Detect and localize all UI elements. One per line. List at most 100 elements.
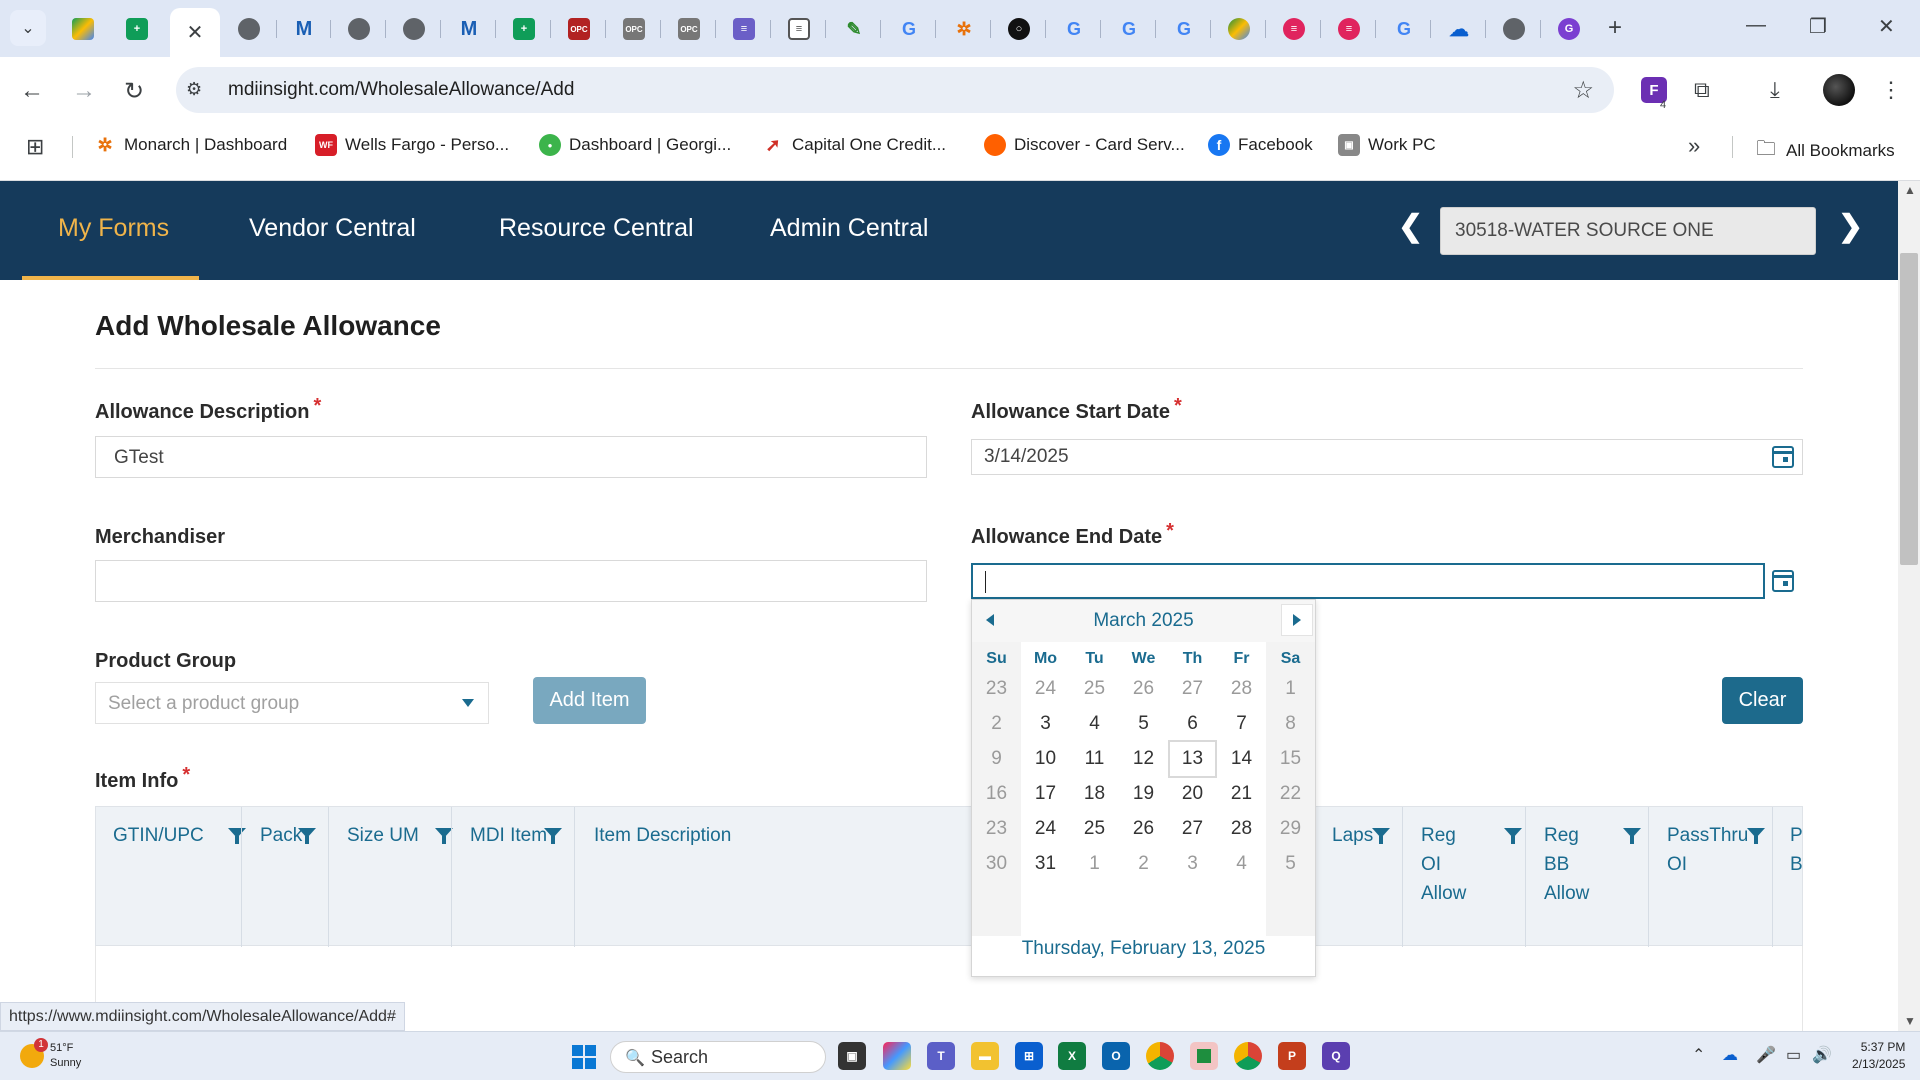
- end-date-calendar-icon[interactable]: [1763, 563, 1803, 599]
- bookmark-star-icon[interactable]: ☆: [1572, 76, 1594, 105]
- calendar-day[interactable]: 25: [1070, 810, 1119, 848]
- calendar-day[interactable]: 5: [1266, 845, 1315, 883]
- filter-icon[interactable]: [1747, 828, 1765, 844]
- filter-icon[interactable]: [1504, 828, 1522, 844]
- bookmark-wells-fargo[interactable]: WF Wells Fargo - Perso...: [315, 134, 509, 156]
- tab-monarch-3[interactable]: ✲: [945, 8, 983, 50]
- url-text[interactable]: mdiinsight.com/WholesaleAllowance/Add: [228, 79, 574, 101]
- column-passthru-oi[interactable]: PassThru OI: [1667, 821, 1765, 879]
- calendar-day[interactable]: 19: [1119, 775, 1168, 813]
- tab-form-1[interactable]: ≡: [725, 8, 763, 50]
- calendar-day[interactable]: 20: [1168, 775, 1217, 813]
- tab-google-5[interactable]: G: [1385, 8, 1423, 50]
- address-bar[interactable]: ⚙ mdiinsight.com/WholesaleAllowance/Add …: [176, 67, 1614, 113]
- clock[interactable]: 5:37 PM 2/13/2025: [1852, 1039, 1905, 1073]
- nav-vendor-central[interactable]: Vendor Central: [249, 214, 416, 243]
- store-icon[interactable]: ⊞: [1015, 1042, 1043, 1070]
- maximize-button[interactable]: ❐: [1809, 14, 1827, 39]
- allowance-description-input[interactable]: GTest: [95, 436, 927, 478]
- tab-feather[interactable]: ✎: [835, 8, 873, 50]
- calendar-day[interactable]: 15: [1266, 740, 1315, 778]
- task-view-icon[interactable]: ▣: [838, 1042, 866, 1070]
- remote-desktop-icon[interactable]: [1190, 1042, 1218, 1070]
- column-size-um[interactable]: Size UM: [347, 821, 453, 850]
- calendar-day[interactable]: 29: [1266, 810, 1315, 848]
- merchandiser-input[interactable]: [95, 560, 927, 602]
- tab-opc-3[interactable]: OPC: [670, 8, 708, 50]
- calendar-day[interactable]: 6: [1168, 705, 1217, 743]
- calendar-day[interactable]: 1: [1266, 670, 1315, 708]
- calendar-day[interactable]: 21: [1217, 775, 1266, 813]
- start-date-calendar-icon[interactable]: [1763, 439, 1803, 475]
- bookmark-facebook[interactable]: f Facebook: [1208, 134, 1313, 156]
- today-link[interactable]: Thursday, February 13, 2025: [972, 938, 1315, 960]
- tab-doc[interactable]: ≡: [780, 8, 818, 50]
- microphone-icon[interactable]: 🎤: [1756, 1045, 1776, 1065]
- tab-red-1[interactable]: ≡: [1275, 8, 1313, 50]
- show-hidden-icons[interactable]: ⌃: [1692, 1045, 1705, 1065]
- calendar-day[interactable]: 13: [1168, 740, 1217, 778]
- column-mdi-item[interactable]: MDI Item: [470, 821, 562, 850]
- outlook-icon[interactable]: O: [1102, 1042, 1130, 1070]
- powerpoint-icon[interactable]: P: [1278, 1042, 1306, 1070]
- column-laps[interactable]: Laps: [1332, 821, 1390, 850]
- calendar-day[interactable]: 12: [1119, 740, 1168, 778]
- filter-icon[interactable]: [228, 828, 246, 844]
- tab-globe-3[interactable]: [395, 8, 433, 50]
- calendar-day[interactable]: 24: [1021, 810, 1070, 848]
- back-button[interactable]: ←: [20, 77, 44, 105]
- calendar-day[interactable]: 4: [1217, 845, 1266, 883]
- calendar-day[interactable]: 16: [972, 775, 1021, 813]
- excel-icon[interactable]: X: [1058, 1042, 1086, 1070]
- calendar-day[interactable]: 2: [1119, 845, 1168, 883]
- tab-opc-1[interactable]: OPC: [560, 8, 598, 50]
- nav-my-forms[interactable]: My Forms: [58, 214, 169, 243]
- profile-avatar[interactable]: [1823, 74, 1855, 106]
- bookmark-monarch[interactable]: ✲ Monarch | Dashboard: [94, 134, 287, 156]
- calendar-day[interactable]: 27: [1168, 810, 1217, 848]
- next-month-button[interactable]: [1281, 604, 1313, 636]
- tab-sheets-2[interactable]: +: [505, 8, 543, 50]
- extensions-puzzle-icon[interactable]: ⧉: [1694, 77, 1710, 103]
- network-icon[interactable]: ▭: [1786, 1045, 1801, 1065]
- minimize-button[interactable]: —: [1746, 14, 1766, 37]
- column-reg-oi-allow[interactable]: Reg OI Allow: [1421, 821, 1522, 908]
- tab-edge[interactable]: [1220, 8, 1258, 50]
- volume-icon[interactable]: 🔊: [1812, 1045, 1832, 1065]
- calendar-day[interactable]: 2: [972, 705, 1021, 743]
- column-item-description[interactable]: Item Description: [594, 821, 731, 850]
- tab-dark[interactable]: ○: [1000, 8, 1038, 50]
- tab-red-2[interactable]: ≡: [1330, 8, 1368, 50]
- end-date-input[interactable]: [971, 563, 1765, 599]
- column-reg-bb-allow[interactable]: Reg BB Allow: [1544, 821, 1641, 908]
- bookmark-dashboard[interactable]: ● Dashboard | Georgi...: [539, 134, 731, 156]
- calendar-day[interactable]: 18: [1070, 775, 1119, 813]
- tab-chrome[interactable]: [1495, 8, 1533, 50]
- site-info-icon[interactable]: ⚙: [186, 79, 208, 101]
- tab-opc-2[interactable]: OPC: [615, 8, 653, 50]
- teams-icon[interactable]: T: [927, 1042, 955, 1070]
- scroll-up-icon[interactable]: ▲: [1904, 183, 1916, 197]
- tab-active[interactable]: ✕: [170, 8, 220, 57]
- column-gtin-upc[interactable]: GTIN/UPC: [113, 821, 246, 850]
- tab-search-button[interactable]: ⌄: [10, 10, 46, 46]
- add-item-button[interactable]: Add Item: [533, 677, 646, 724]
- file-explorer-icon[interactable]: ▬: [971, 1042, 999, 1070]
- calendar-day[interactable]: 3: [1021, 705, 1070, 743]
- column-pack[interactable]: Pack: [260, 821, 316, 850]
- chrome-menu-icon[interactable]: ⋮: [1880, 77, 1902, 103]
- clear-button[interactable]: Clear: [1722, 677, 1803, 724]
- reload-button[interactable]: ↻: [124, 77, 144, 106]
- calendar-day[interactable]: 25: [1070, 670, 1119, 708]
- close-tab-icon[interactable]: ✕: [187, 20, 204, 45]
- product-group-select[interactable]: Select a product group: [95, 682, 489, 724]
- filter-icon[interactable]: [298, 828, 316, 844]
- forward-button[interactable]: →: [72, 77, 96, 105]
- column-truncated[interactable]: P B: [1790, 821, 1804, 879]
- close-window-button[interactable]: ✕: [1878, 14, 1895, 39]
- tab-google-4[interactable]: G: [1165, 8, 1203, 50]
- calendar-day[interactable]: 30: [972, 845, 1021, 883]
- chrome-profile-icon[interactable]: [1234, 1042, 1262, 1070]
- calendar-day[interactable]: 22: [1266, 775, 1315, 813]
- calendar-day[interactable]: 4: [1070, 705, 1119, 743]
